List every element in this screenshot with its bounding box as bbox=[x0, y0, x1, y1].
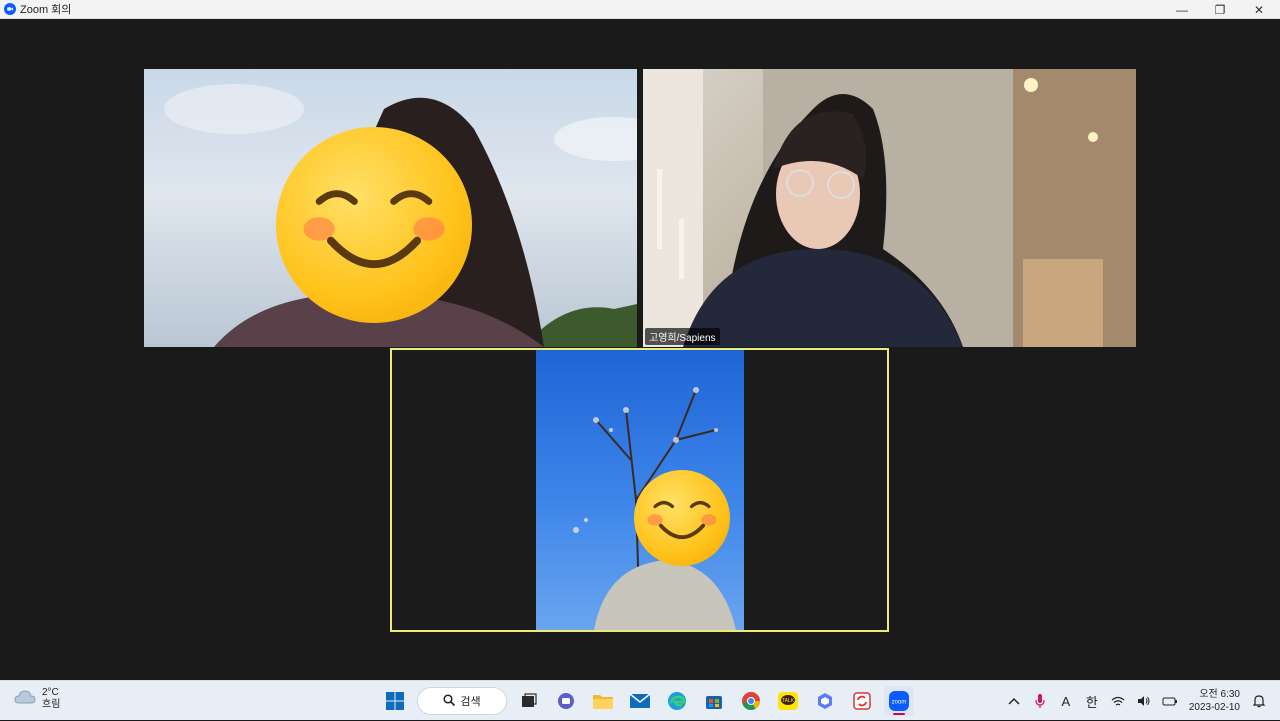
microphone-icon[interactable] bbox=[1027, 686, 1053, 716]
participant-name-label: 고영희/Sapiens bbox=[645, 328, 720, 345]
weather-condition: 흐림 bbox=[42, 699, 61, 710]
mail-icon[interactable] bbox=[625, 686, 655, 716]
window-title: Zoom 회의 bbox=[20, 4, 72, 16]
kakaotalk-icon[interactable]: TALK bbox=[773, 686, 803, 716]
volume-icon[interactable] bbox=[1131, 686, 1157, 716]
notification-bell-icon[interactable] bbox=[1246, 686, 1272, 716]
title-bar: Zoom 회의 — ❐ ✕ bbox=[0, 0, 1280, 19]
active-app-indicator bbox=[893, 713, 905, 715]
active-speaker-video-tile[interactable] bbox=[390, 348, 889, 632]
restore-button[interactable]: ❐ bbox=[1201, 0, 1239, 19]
edge-icon[interactable] bbox=[662, 686, 692, 716]
taskbar: 2°C 흐림 검색 TALK zoom A 한 오전 6:30 2023-02-… bbox=[0, 680, 1280, 720]
task-view-icon[interactable] bbox=[514, 686, 544, 716]
windows-start-icon[interactable] bbox=[380, 686, 410, 716]
weather-temperature: 2°C bbox=[42, 687, 59, 698]
video-gallery: 고영희/Sapiens bbox=[0, 19, 1280, 680]
close-button[interactable]: ✕ bbox=[1240, 0, 1278, 19]
zoom-app-icon bbox=[4, 3, 16, 15]
ime-hangul-indicator[interactable]: 한 bbox=[1079, 686, 1105, 716]
zoom-icon[interactable]: zoom bbox=[884, 686, 914, 716]
battery-icon[interactable] bbox=[1157, 686, 1183, 716]
participant-video-tile[interactable] bbox=[144, 69, 637, 347]
sync-app-icon[interactable] bbox=[847, 686, 877, 716]
ime-mode-indicator[interactable]: A bbox=[1053, 686, 1079, 716]
video-feed bbox=[643, 69, 1136, 347]
file-explorer-icon[interactable] bbox=[588, 686, 618, 716]
clock-time: 오전 6:30 bbox=[1199, 689, 1240, 700]
copilot-icon[interactable] bbox=[810, 686, 840, 716]
search-icon bbox=[443, 693, 456, 709]
smiley-emoji-icon bbox=[634, 470, 730, 566]
system-clock[interactable]: 오전 6:30 2023-02-10 bbox=[1189, 688, 1240, 714]
participant-video-tile[interactable]: 고영희/Sapiens bbox=[643, 69, 1136, 347]
teams-chat-icon[interactable] bbox=[551, 686, 581, 716]
weather-widget[interactable]: 2°C 흐림 bbox=[14, 687, 60, 711]
wifi-icon[interactable] bbox=[1105, 686, 1131, 716]
kakaotalk-label: TALK bbox=[782, 698, 795, 704]
chrome-icon[interactable] bbox=[736, 686, 766, 716]
minimize-button[interactable]: — bbox=[1163, 0, 1201, 19]
smiley-emoji-icon bbox=[276, 127, 472, 323]
store-icon[interactable] bbox=[699, 686, 729, 716]
zoom-icon-label: zoom bbox=[892, 700, 907, 706]
taskbar-search-button[interactable]: 검색 bbox=[417, 687, 507, 715]
search-label: 검색 bbox=[460, 696, 481, 708]
chevron-up-icon[interactable] bbox=[1001, 686, 1027, 716]
cloud-icon bbox=[14, 689, 36, 710]
video-feed bbox=[536, 350, 744, 630]
clock-date: 2023-02-10 bbox=[1188, 702, 1240, 713]
